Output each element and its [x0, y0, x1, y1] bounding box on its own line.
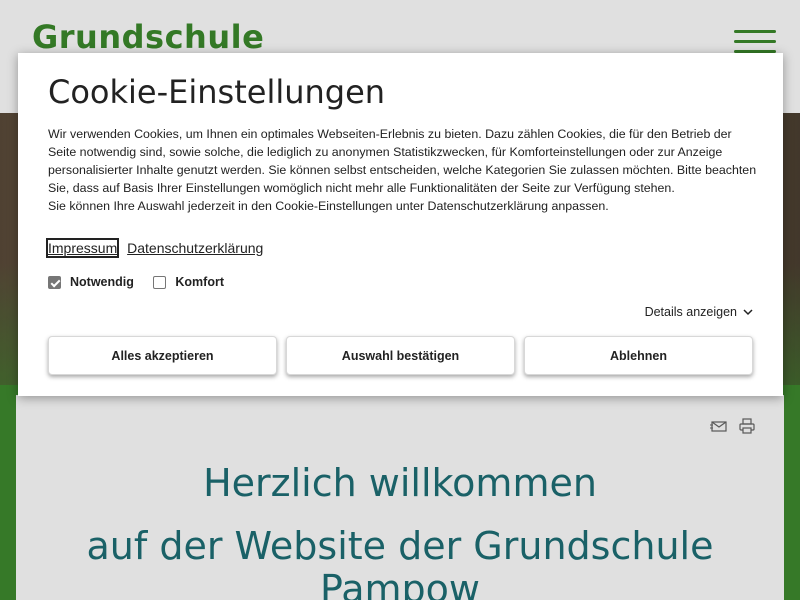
impressum-link[interactable]: Impressum: [45, 238, 120, 258]
checkbox-unchecked-icon[interactable]: [153, 275, 167, 289]
cookie-category-checkboxes: Notwendig Komfort: [48, 275, 240, 292]
confirm-selection-button[interactable]: Auswahl bestätigen: [286, 336, 515, 375]
checkbox-notwendig[interactable]: Notwendig: [48, 275, 134, 289]
details-label: Details anzeigen: [644, 305, 737, 319]
dialog-buttons: Alles akzeptieren Auswahl bestätigen Abl…: [48, 336, 753, 376]
checkbox-label: Notwendig: [70, 275, 134, 289]
dialog-links: Impressum Datenschutzerklärung: [45, 238, 269, 258]
privacy-policy-link[interactable]: Datenschutzerklärung: [127, 240, 263, 256]
chevron-down-icon: [743, 309, 753, 316]
cookie-description: Wir verwenden Cookies, um Ihnen ein opti…: [48, 125, 760, 215]
cookie-description-main: Wir verwenden Cookies, um Ihnen ein opti…: [48, 127, 757, 195]
details-toggle[interactable]: Details anzeigen: [645, 305, 753, 319]
cookie-dialog: Cookie-Einstellungen Wir verwenden Cooki…: [18, 53, 783, 396]
cookie-description-note: Sie können Ihre Auswahl jederzeit in den…: [48, 199, 609, 213]
checkbox-checked-icon[interactable]: [48, 275, 61, 289]
checkbox-label: Komfort: [175, 275, 224, 289]
decline-button[interactable]: Ablehnen: [524, 336, 753, 375]
accept-all-button[interactable]: Alles akzeptieren: [48, 336, 277, 375]
checkbox-komfort[interactable]: Komfort: [153, 275, 224, 289]
dialog-title: Cookie-Einstellungen: [48, 73, 386, 111]
